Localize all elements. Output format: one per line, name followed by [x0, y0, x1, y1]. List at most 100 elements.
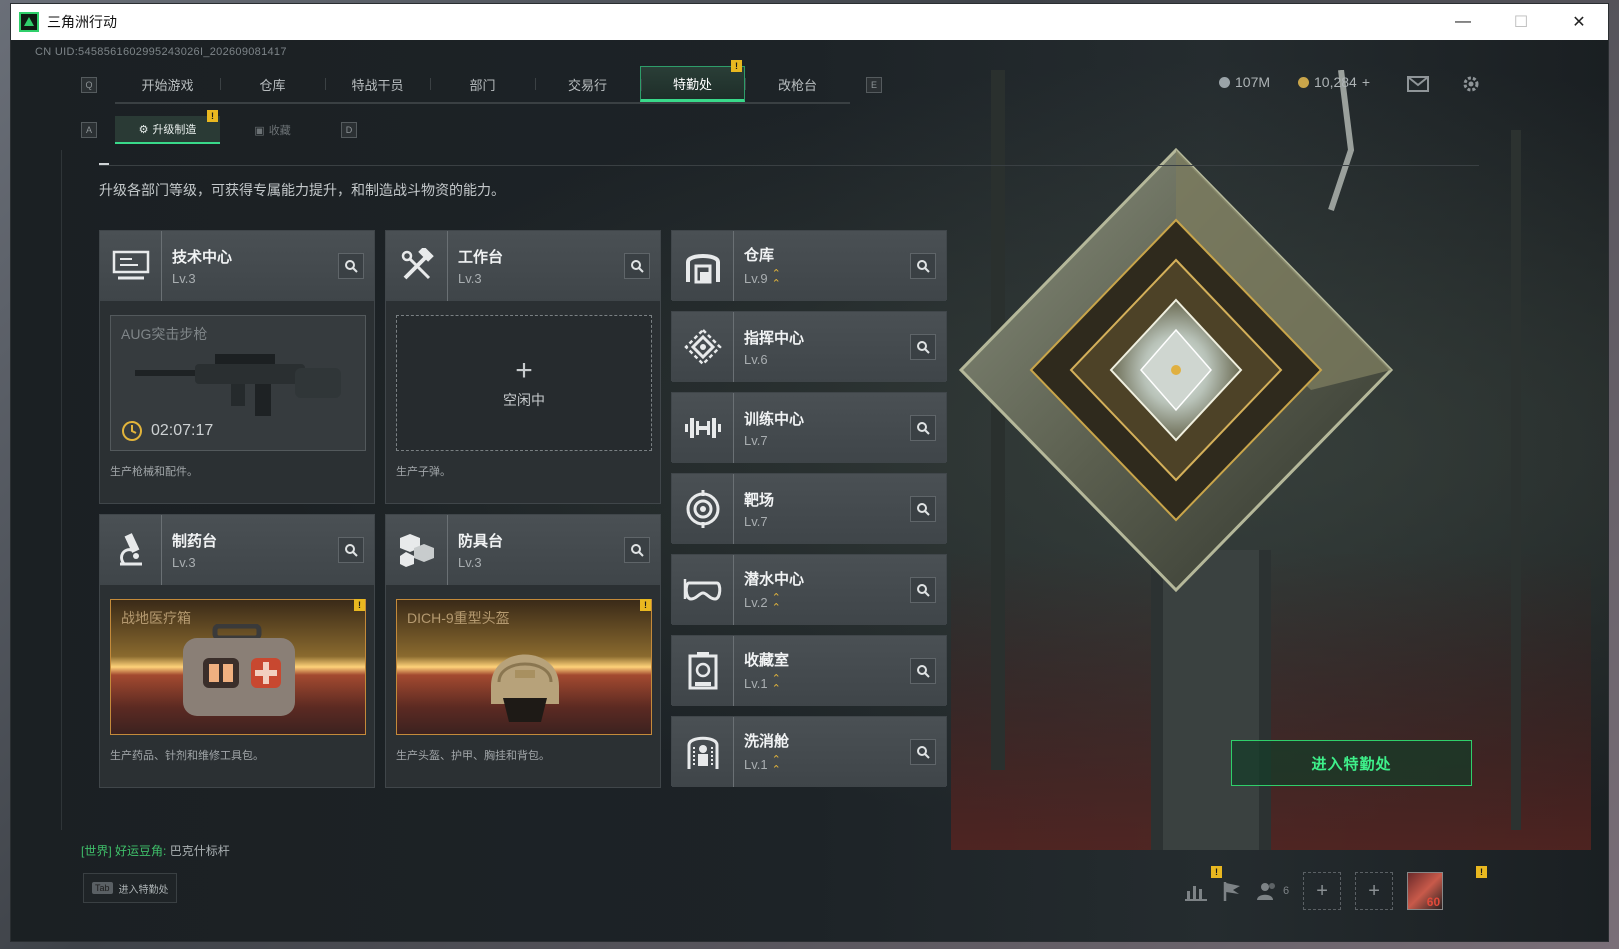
search-icon: [345, 544, 358, 557]
key-hint-d: D: [341, 122, 357, 138]
window-controls: — ☐ ✕: [1434, 4, 1608, 40]
frame-line: [61, 150, 62, 830]
facility-command-center-search-button[interactable]: [910, 334, 936, 360]
facility-decon-chamber-level-row: Lv.1 ⌃ ⌃: [744, 754, 789, 775]
chat-message: 巴克什标杆: [169, 844, 230, 858]
workbench-search-button[interactable]: [624, 253, 650, 279]
pharmacy-card[interactable]: 制药台 Lv.3 战地医疗箱 ! 生产药品、针剂和维修工具包。: [99, 514, 375, 788]
facility-training-center-search-button[interactable]: [910, 415, 936, 441]
workbench-idle-text: 空闲中: [503, 392, 545, 408]
armor-bench-card[interactable]: 防具台 Lv.3 DICH-9重型头盔 ! 生产头盔、护甲、胸挂和背包。: [385, 514, 661, 788]
upgrade-available-icon: ⌃ ⌃: [771, 591, 781, 614]
settings-gear-icon[interactable]: [1461, 74, 1481, 94]
player-avatar[interactable]: 60: [1407, 872, 1444, 910]
facility-command-center[interactable]: 指挥中心 Lv.6: [671, 311, 947, 382]
facility-warehouse-search-button[interactable]: [910, 253, 936, 279]
tab-department[interactable]: 部门: [430, 66, 535, 102]
armor-bench-level: Lv.3: [458, 555, 482, 570]
close-button[interactable]: ✕: [1550, 4, 1608, 40]
chat-channel: [世界]: [81, 844, 112, 858]
workbench-name: 工作台: [458, 249, 504, 266]
title-bar: 三角洲行动 — ☐ ✕: [11, 4, 1608, 40]
facility-decon-chamber[interactable]: 洗消舱 Lv.1 ⌃ ⌃: [671, 716, 947, 787]
facility-shooting-range-header: 靶场 Lv.7: [672, 474, 946, 544]
facility-collection-room[interactable]: 收藏室 Lv.1 ⌃ ⌃: [671, 635, 947, 706]
app-logo-icon: [19, 12, 39, 32]
currency-1: 107M: [1219, 74, 1270, 90]
facility-shooting-range-search-button[interactable]: [910, 496, 936, 522]
mail-icon[interactable]: [1407, 76, 1429, 92]
chat-separator: :: [163, 844, 167, 858]
tab-special-ops[interactable]: 特勤处: [640, 66, 745, 102]
add-currency-button[interactable]: +: [1362, 74, 1370, 90]
tab-hint-label: 进入特勤处: [118, 884, 169, 896]
flag-icon[interactable]: [1221, 880, 1243, 902]
workbench-header: 工作台 Lv.3: [386, 231, 660, 301]
tab-warehouse[interactable]: 仓库: [220, 66, 325, 102]
maximize-button[interactable]: ☐: [1492, 4, 1550, 40]
target-icon: [672, 474, 734, 544]
avatar-alert-badge: !: [1476, 866, 1487, 878]
enter-special-ops-button[interactable]: 进入特勤处: [1231, 740, 1472, 786]
tech-center-timer-value: 02:07:17: [151, 422, 214, 439]
facility-training-center[interactable]: 训练中心 Lv.7: [671, 392, 947, 463]
bottom-toolbar: 6 + + 60: [1185, 872, 1444, 910]
craft-icon: ⚙: [138, 123, 149, 136]
currency-2-value: 10,284: [1314, 74, 1357, 90]
search-icon: [631, 544, 644, 557]
tech-center-search-button[interactable]: [338, 253, 364, 279]
chat-line[interactable]: [世界] 好运豆角: 巴克什标杆: [81, 842, 230, 859]
facility-collection-room-level-row: Lv.1 ⌃ ⌃: [744, 673, 789, 694]
key-hint-e: E: [866, 77, 882, 93]
add-slot-button-2[interactable]: +: [1355, 872, 1394, 910]
tab-start-game[interactable]: 开始游戏: [115, 66, 220, 102]
workbench-idle-slot[interactable]: + 空闲中: [396, 315, 652, 451]
tab-operators[interactable]: 特战干员: [325, 66, 430, 102]
tech-center-card[interactable]: 技术中心 Lv.3 AUG突击步枪 02:07:17 生产枪械和配件。: [99, 230, 375, 504]
tech-center-slot[interactable]: AUG突击步枪 02:07:17: [110, 315, 366, 451]
microscope-icon: [100, 515, 162, 585]
facility-diving-center-level-row: Lv.2 ⌃ ⌃: [744, 591, 804, 614]
warehouse-icon: [672, 231, 734, 301]
tab-shortcut-hint[interactable]: Tab 进入特勤处: [83, 873, 177, 903]
tab-gunsmith[interactable]: 改枪台: [745, 66, 850, 102]
divider-mark: [99, 163, 109, 165]
subtab-upgrade-craft[interactable]: ⚙ 升级制造: [115, 116, 220, 144]
search-icon: [917, 341, 930, 354]
facility-collection-room-header: 收藏室 Lv.1 ⌃ ⌃: [672, 636, 946, 706]
facility-shooting-range[interactable]: 靶场 Lv.7: [671, 473, 947, 544]
pharmacy-slot[interactable]: 战地医疗箱: [110, 599, 366, 735]
divider: [99, 165, 1479, 166]
facility-collection-room-search-button[interactable]: [910, 658, 936, 684]
armor-bench-desc: 生产头盔、护甲、胸挂和背包。: [396, 750, 550, 762]
facility-diving-center[interactable]: 潜水中心 Lv.2 ⌃ ⌃: [671, 554, 947, 625]
subtab-collection[interactable]: ▣ 收藏: [220, 116, 325, 144]
add-slot-button-1[interactable]: +: [1303, 872, 1342, 910]
armor-bench-search-button[interactable]: [624, 537, 650, 563]
tech-center-item-name: AUG突击步枪: [121, 326, 208, 342]
pharmacy-desc: 生产药品、针剂和维修工具包。: [110, 750, 264, 762]
tech-center-name: 技术中心: [172, 249, 233, 266]
special-ops-scene: [951, 70, 1591, 850]
facility-diving-center-search-button[interactable]: [910, 577, 936, 603]
command-icon: [672, 312, 734, 382]
armor-bench-slot[interactable]: DICH-9重型头盔: [396, 599, 652, 735]
minimize-button[interactable]: —: [1434, 4, 1492, 40]
armor-bench-name: 防具台: [458, 533, 504, 550]
friends-button[interactable]: 6: [1257, 881, 1289, 901]
workbench-card[interactable]: 工作台 Lv.3 + 空闲中 生产子弹。: [385, 230, 661, 504]
facility-warehouse[interactable]: 仓库 Lv.9 ⌃ ⌃: [671, 230, 947, 301]
collection-tab-icon: ▣: [254, 124, 265, 137]
facility-decon-chamber-search-button[interactable]: [910, 739, 936, 765]
key-hint-a: A: [81, 122, 97, 138]
tab-market[interactable]: 交易行: [535, 66, 640, 102]
tech-center-desc: 生产枪械和配件。: [110, 466, 198, 478]
tech-center-level: Lv.3: [172, 271, 196, 286]
aug-rifle-image: [135, 354, 341, 416]
stats-alert-badge: !: [1211, 866, 1222, 878]
stats-chart-icon[interactable]: [1185, 881, 1207, 901]
add-task-icon: +: [515, 354, 533, 387]
facility-training-center-name: 训练中心: [744, 411, 805, 428]
pharmacy-search-button[interactable]: [338, 537, 364, 563]
diving-mask-icon: [672, 555, 734, 625]
